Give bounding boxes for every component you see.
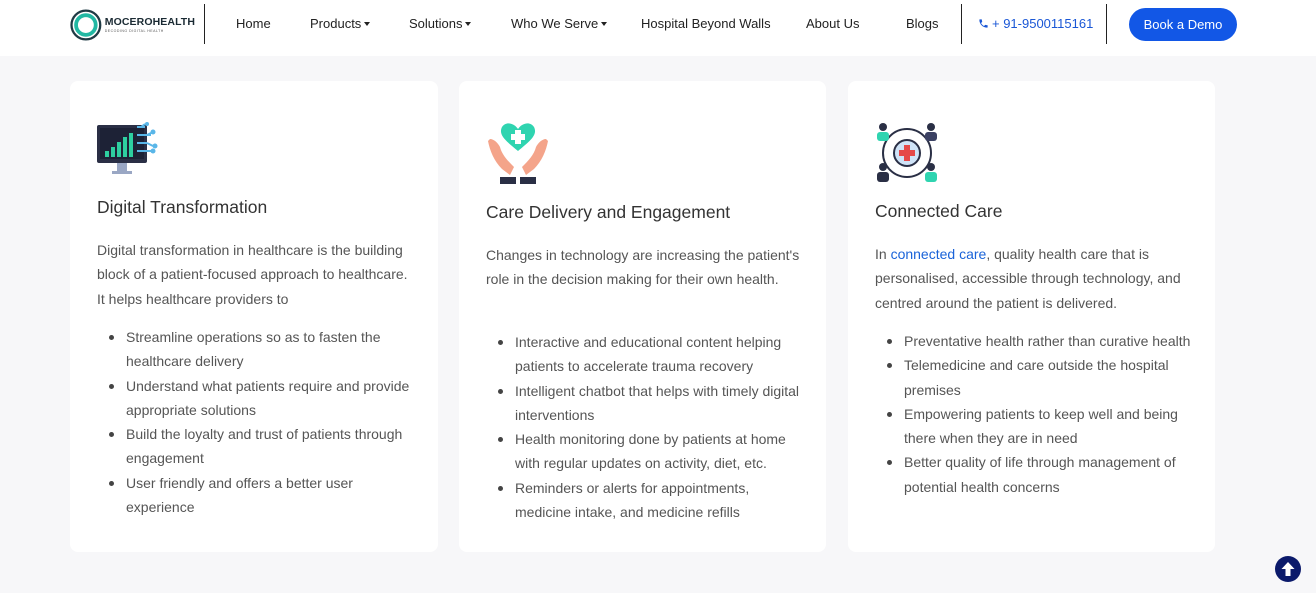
list-item: Health monitoring done by patients at ho…: [486, 427, 806, 476]
phone-link[interactable]: + 91-9500115161: [978, 16, 1093, 31]
nav-divider: [1106, 4, 1107, 44]
list-item: Preventative health rather than curative…: [875, 329, 1195, 353]
nav-label: Blogs: [906, 16, 939, 31]
nav-who-we-serve[interactable]: Who We Serve: [511, 16, 608, 31]
logo-name: MOCEROHEALTH: [104, 16, 195, 28]
nav-label: Who We Serve: [511, 16, 599, 31]
list-item: User friendly and offers a better user e…: [97, 471, 417, 520]
book-demo-button[interactable]: Book a Demo: [1129, 8, 1237, 41]
card-care-delivery: Care Delivery and Engagement Changes in …: [459, 81, 826, 552]
card-intro: Digital transformation in healthcare is …: [97, 242, 408, 307]
card-digital-transformation: Digital Transformation Digital transform…: [70, 81, 438, 552]
nav-label: Solutions: [409, 16, 463, 31]
list-item: Intelligent chatbot that helps with time…: [486, 379, 806, 428]
digital-transformation-icon: [97, 122, 158, 174]
intro-text: In: [875, 246, 891, 262]
connected-care-link[interactable]: connected care: [891, 246, 987, 262]
arrow-up-icon: [1281, 562, 1295, 576]
list-item: Streamline operations so as to fasten th…: [97, 325, 417, 374]
logo-icon: [70, 9, 102, 41]
care-hands-heart-icon: [488, 123, 548, 184]
list-item: Telemedicine and care outside the hospit…: [875, 353, 1195, 402]
scroll-to-top-button[interactable]: [1275, 556, 1301, 582]
card-title: Digital Transformation: [97, 197, 268, 217]
caret-down-icon: [364, 22, 371, 26]
nav-hospital-beyond-walls[interactable]: Hospital Beyond Walls: [641, 16, 771, 31]
nav-label: About Us: [806, 16, 860, 31]
nav-about-us[interactable]: About Us: [806, 16, 859, 31]
list-item: Understand what patients require and pro…: [97, 374, 417, 423]
card-intro: Changes in technology are increasing the…: [486, 247, 800, 288]
card-title: Care Delivery and Engagement: [486, 202, 731, 222]
card-connected-care: Connected Care In connected care, qualit…: [848, 81, 1215, 552]
top-navbar: MOCEROHEALTH DECODING DIGITAL HEALTH Hom…: [0, 0, 1316, 56]
list-item: Empowering patients to keep well and bei…: [875, 402, 1195, 451]
nav-blogs[interactable]: Blogs: [906, 16, 939, 31]
card-bullet-list: Streamline operations so as to fasten th…: [97, 325, 417, 519]
nav-solutions[interactable]: Solutions: [409, 16, 472, 31]
caret-down-icon: [465, 22, 472, 26]
card-bullet-list: Interactive and educational content help…: [486, 330, 806, 524]
card-bullet-list: Preventative health rather than curative…: [875, 329, 1195, 499]
site-logo[interactable]: MOCEROHEALTH DECODING DIGITAL HEALTH: [70, 3, 195, 47]
list-item: Reminders or alerts for appointments, me…: [486, 476, 806, 525]
card-title: Connected Care: [875, 201, 1003, 221]
nav-label: Products: [310, 16, 362, 31]
nav-divider: [961, 4, 962, 44]
nav-label: Home: [236, 16, 271, 31]
logo-tagline: DECODING DIGITAL HEALTH: [104, 29, 164, 33]
card-intro: In connected care, quality health care t…: [875, 242, 1195, 315]
nav-divider: [204, 4, 205, 44]
list-item: Better quality of life through managemen…: [875, 450, 1195, 499]
list-item: Interactive and educational content help…: [486, 330, 806, 379]
list-item: Build the loyalty and trust of patients …: [97, 422, 417, 471]
nav-label: Hospital Beyond Walls: [641, 16, 771, 31]
caret-down-icon: [601, 22, 608, 26]
nav-home[interactable]: Home: [236, 16, 271, 31]
connected-care-icon: [877, 123, 937, 182]
nav-products[interactable]: Products: [310, 16, 371, 31]
phone-icon: [979, 19, 988, 28]
phone-number: + 91-9500115161: [992, 16, 1094, 31]
